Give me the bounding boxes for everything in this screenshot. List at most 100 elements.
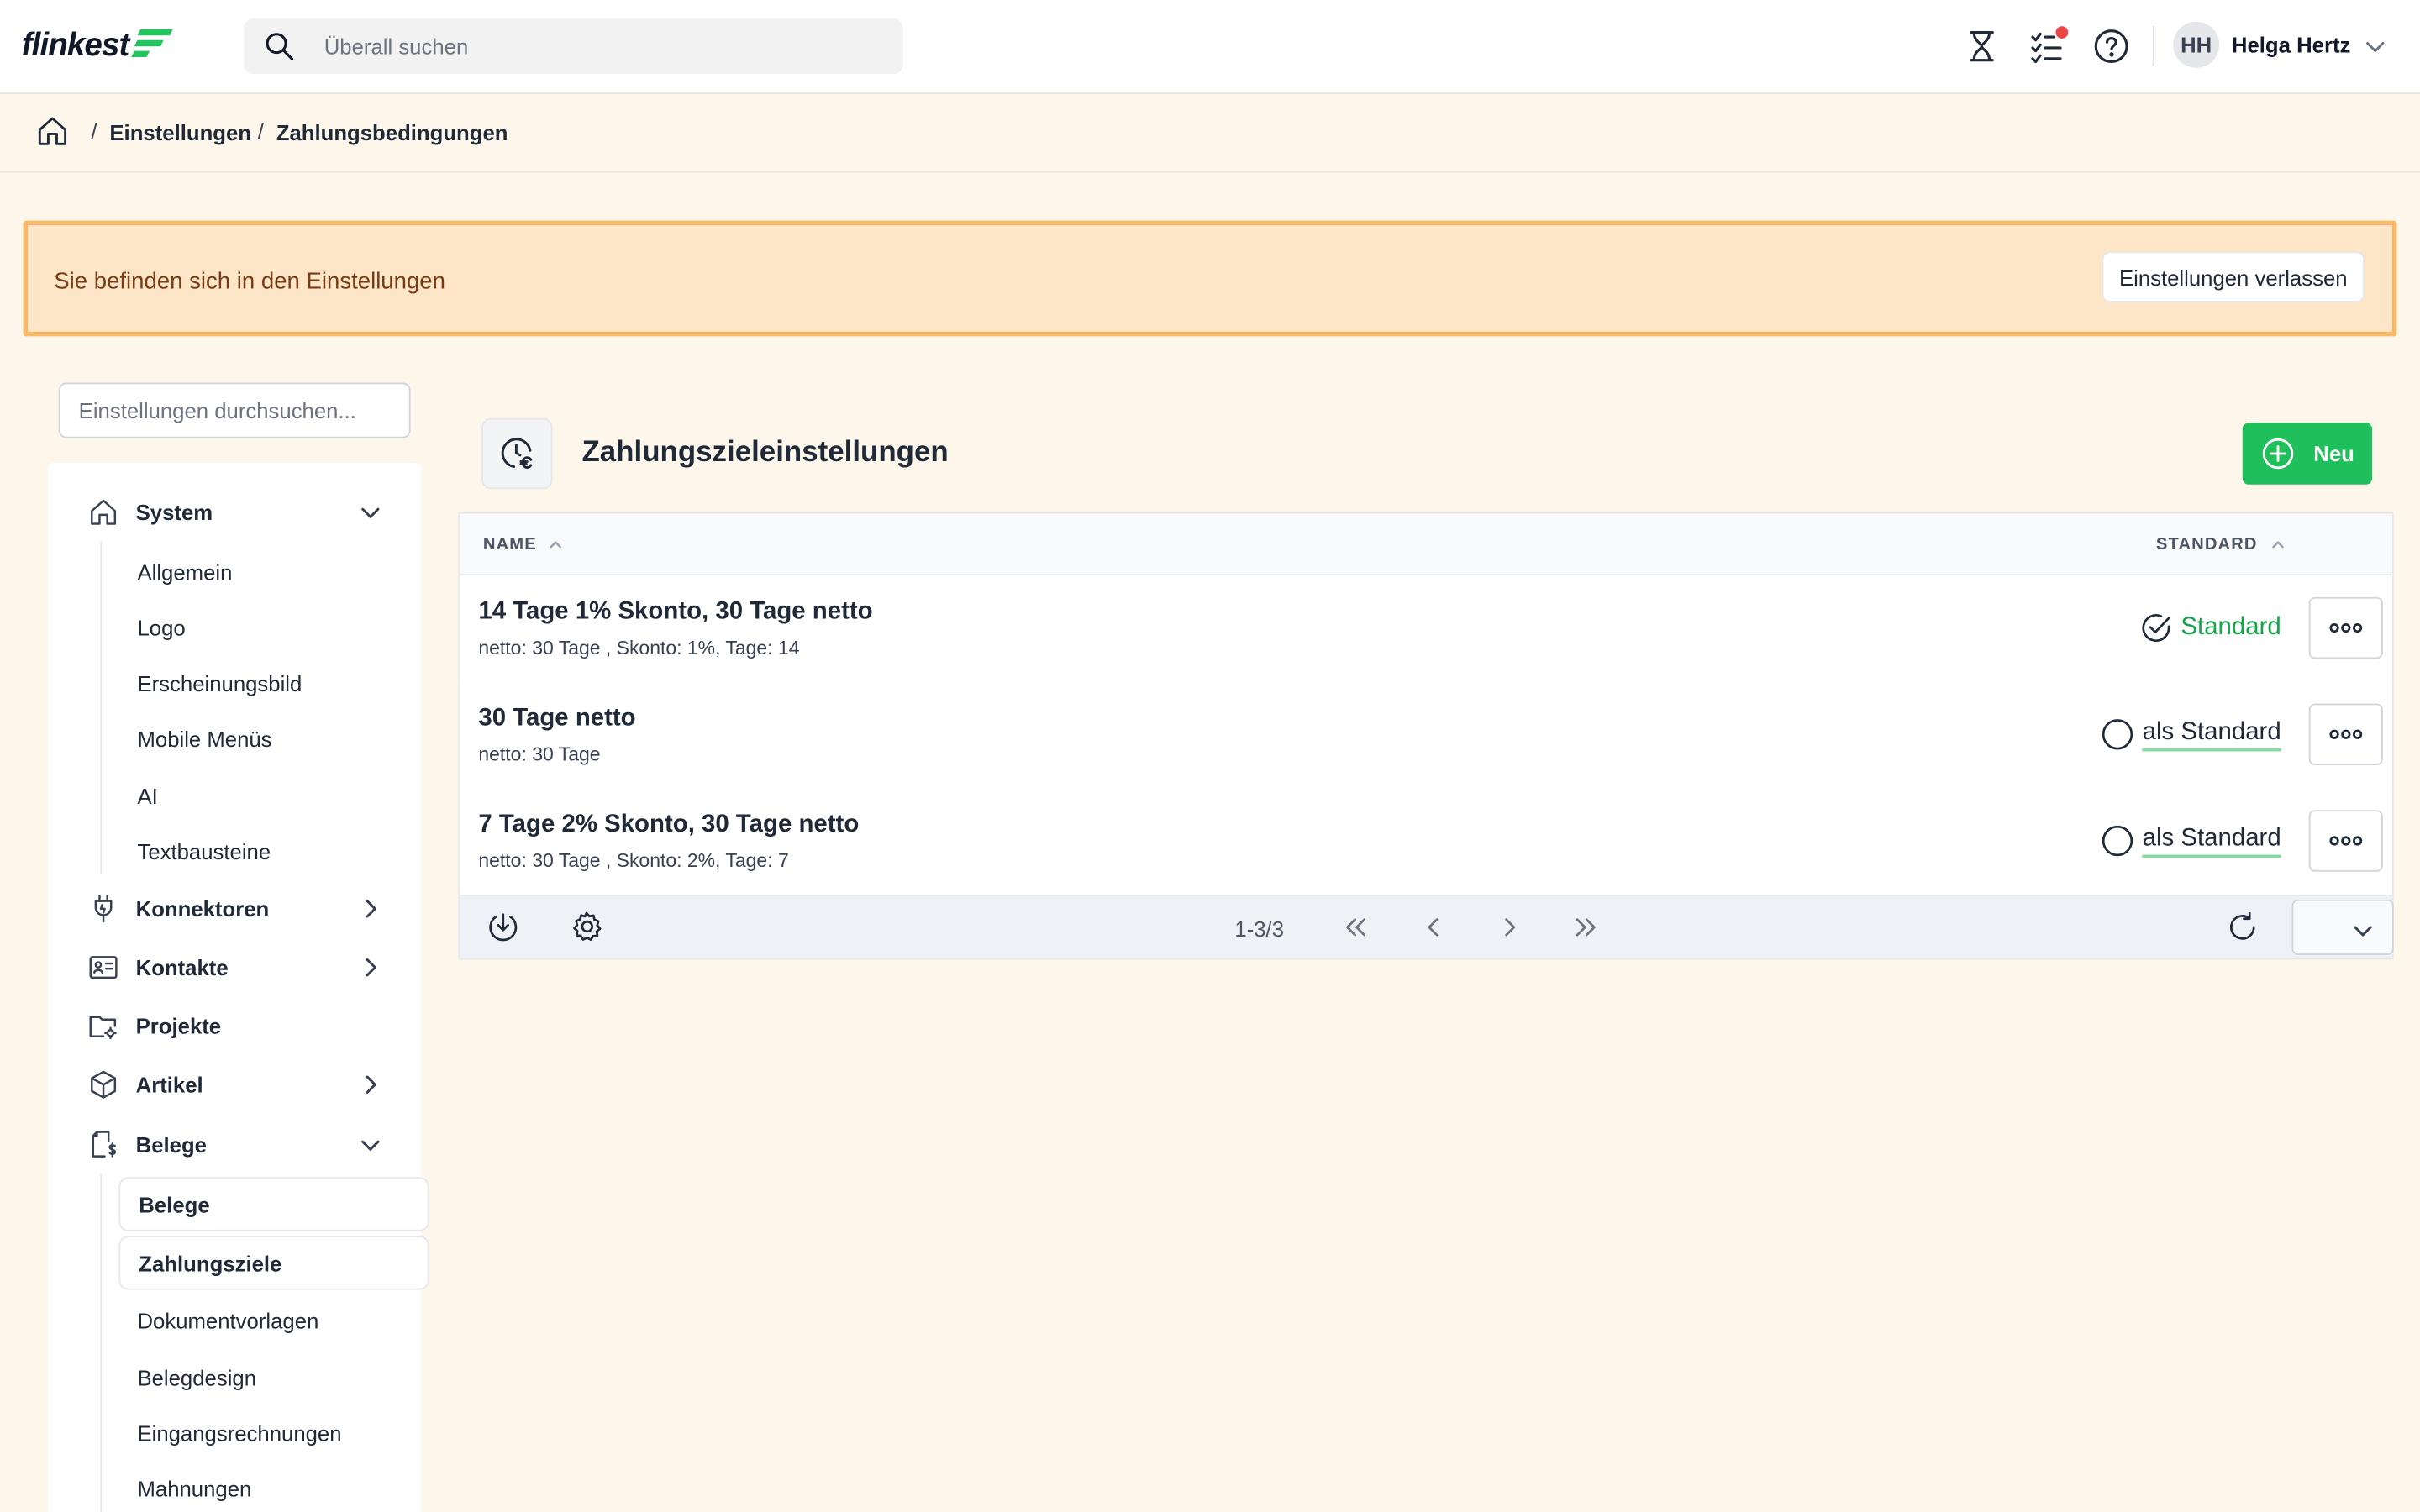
plus-circle-icon <box>2261 437 2295 470</box>
chevron-right-icon <box>360 1074 381 1095</box>
row-title: 14 Tage 1% Skonto, 30 Tage netto <box>478 598 873 625</box>
tree-line <box>100 1173 103 1512</box>
sidebar-item-label: Belege <box>139 1192 210 1218</box>
sidebar-group-artikel[interactable]: Artikel <box>48 1062 421 1108</box>
sidebar-group-label: Konnektoren <box>135 896 270 921</box>
chevron-down-icon <box>2352 920 2374 942</box>
global-search[interactable] <box>244 18 903 75</box>
pagination-info: 1-3/3 <box>1234 916 1285 942</box>
sidebar-group-system[interactable]: System <box>48 489 421 535</box>
row-actions-button[interactable] <box>2308 703 2383 766</box>
chevron-right-icon <box>360 898 381 920</box>
set-default-link[interactable]: als Standard <box>2142 825 2281 858</box>
sidebar-item-eingangsrechnungen[interactable]: Eingangsrechnungen <box>137 1421 341 1446</box>
row-subtitle: netto: 30 Tage , Skonto: 1%, Tage: 14 <box>478 637 800 659</box>
sidebar-group-label: Artikel <box>135 1072 203 1097</box>
notification-dot <box>2055 26 2069 39</box>
row-subtitle: netto: 30 Tage , Skonto: 2%, Tage: 7 <box>478 850 789 872</box>
row-actions-button[interactable] <box>2308 810 2383 872</box>
breadcrumb-item-zahlungsbedingungen[interactable]: Zahlungsbedingungen <box>276 120 508 144</box>
avatar[interactable]: HH <box>2173 21 2220 68</box>
check-circle-icon <box>2139 611 2173 644</box>
settings-sidebar: System Allgemein Logo Erscheinungsbild M… <box>47 463 429 1512</box>
home-icon[interactable] <box>35 114 69 148</box>
sidebar-group-kontakte[interactable]: Kontakte <box>48 944 421 990</box>
sidebar-item-mobile-menues[interactable]: Mobile Menüs <box>137 727 271 751</box>
leave-settings-button[interactable]: Einstellungen verlassen <box>2102 251 2365 303</box>
table-row[interactable]: 7 Tage 2% Skonto, 30 Tage netto netto: 3… <box>460 788 2392 897</box>
page-size-select[interactable] <box>2291 899 2394 955</box>
breadcrumb-item-einstellungen[interactable]: Einstellungen <box>109 120 251 144</box>
sidebar-item-ai[interactable]: AI <box>137 784 157 808</box>
sidebar-item-dokumentvorlagen[interactable]: Dokumentvorlagen <box>137 1309 318 1333</box>
plug-icon <box>88 893 119 924</box>
sidebar-item-erscheinungsbild[interactable]: Erscheinungsbild <box>137 671 302 696</box>
refresh-icon[interactable] <box>2226 911 2260 944</box>
default-label: Standard <box>2181 614 2281 641</box>
sidebar-group-label: Kontakte <box>135 954 229 980</box>
hourglass-icon[interactable] <box>1963 28 2000 65</box>
breadcrumb-separator: / <box>91 118 97 144</box>
sidebar-group-konnektoren[interactable]: Konnektoren <box>48 885 421 932</box>
sidebar-item-mahnungen[interactable]: Mahnungen <box>137 1477 251 1501</box>
chevron-down-icon <box>360 501 381 523</box>
set-default-control[interactable]: als Standard <box>2101 824 2281 858</box>
sort-ascending-icon[interactable] <box>548 537 563 552</box>
sidebar-item-label: Zahlungsziele <box>139 1251 282 1276</box>
sidebar-group-label: Projekte <box>135 1013 222 1039</box>
column-header-standard[interactable]: STANDARD <box>2156 535 2258 554</box>
last-page-icon[interactable] <box>1573 916 1597 938</box>
top-bar: flinkest Überall suchen HH Helga Hertz <box>0 0 2420 95</box>
first-page-icon[interactable] <box>1344 916 1369 938</box>
radio-empty-icon[interactable] <box>2101 717 2134 751</box>
row-title: 7 Tage 2% Skonto, 30 Tage netto <box>478 811 860 838</box>
sidebar-group-projekte[interactable]: Projekte <box>48 1003 421 1049</box>
chevron-right-icon <box>360 957 381 979</box>
search-icon <box>262 29 296 63</box>
user-name[interactable]: Helga Hertz <box>2232 33 2350 57</box>
settings-search-input[interactable] <box>58 382 411 438</box>
payment-terms-table: NAME STANDARD 14 Tage 1% Skonto, 30 Tage… <box>458 512 2394 960</box>
set-default-link[interactable]: als Standard <box>2142 718 2281 751</box>
chevron-down-icon <box>360 1134 381 1156</box>
new-button[interactable]: Neu <box>2242 423 2373 485</box>
sidebar-item-zahlungsziele[interactable]: Zahlungsziele <box>118 1236 429 1290</box>
folder-gear-icon <box>88 1011 119 1042</box>
receipt-icon <box>88 1129 119 1160</box>
tree-line <box>100 541 103 874</box>
previous-page-icon[interactable] <box>1424 916 1443 938</box>
sidebar-group-label: Belege <box>135 1132 207 1158</box>
page-title: Zahlungszieleinstellungen <box>581 436 949 470</box>
home-icon <box>88 496 119 528</box>
logo[interactable]: flinkest <box>22 22 174 71</box>
help-icon[interactable] <box>2093 28 2130 65</box>
download-icon[interactable] <box>487 911 520 944</box>
sidebar-group-belege[interactable]: Belege <box>48 1121 421 1168</box>
breadcrumb: / Einstellungen / Zahlungsbedingungen <box>0 94 2420 173</box>
sidebar-item-textbausteine[interactable]: Textbausteine <box>137 839 271 864</box>
table-row[interactable]: 14 Tage 1% Skonto, 30 Tage netto netto: … <box>460 575 2392 684</box>
settings-wrench-icon[interactable] <box>570 911 603 944</box>
app-root: flinkest Überall suchen HH Helga Hertz /… <box>0 0 2420 1512</box>
set-default-control[interactable]: als Standard <box>2101 717 2281 751</box>
row-actions-button[interactable] <box>2308 596 2383 659</box>
table-row[interactable]: 30 Tage netto netto: 30 Tage als Standar… <box>460 681 2392 790</box>
sidebar-group-label: System <box>135 500 213 525</box>
global-search-input[interactable] <box>321 32 852 60</box>
next-page-icon[interactable] <box>1500 916 1518 938</box>
banner-text: Sie befinden sich in den Einstellungen <box>54 268 445 295</box>
sidebar-item-logo[interactable]: Logo <box>137 616 185 640</box>
table-header: NAME STANDARD <box>460 513 2392 576</box>
breadcrumb-separator: / <box>257 118 264 144</box>
sort-ascending-icon[interactable] <box>2270 537 2286 552</box>
sidebar-item-allgemein[interactable]: Allgemein <box>137 560 232 585</box>
clock-euro-icon <box>481 417 553 490</box>
sidebar-item-belege[interactable]: Belege <box>118 1177 429 1231</box>
row-subtitle: netto: 30 Tage <box>478 743 601 766</box>
radio-empty-icon[interactable] <box>2101 824 2134 858</box>
sidebar-item-belegdesign[interactable]: Belegdesign <box>137 1366 256 1390</box>
chevron-down-icon[interactable] <box>2365 35 2386 57</box>
contact-card-icon <box>88 952 119 983</box>
new-button-label: Neu <box>2313 441 2354 466</box>
column-header-name[interactable]: NAME <box>483 535 537 554</box>
